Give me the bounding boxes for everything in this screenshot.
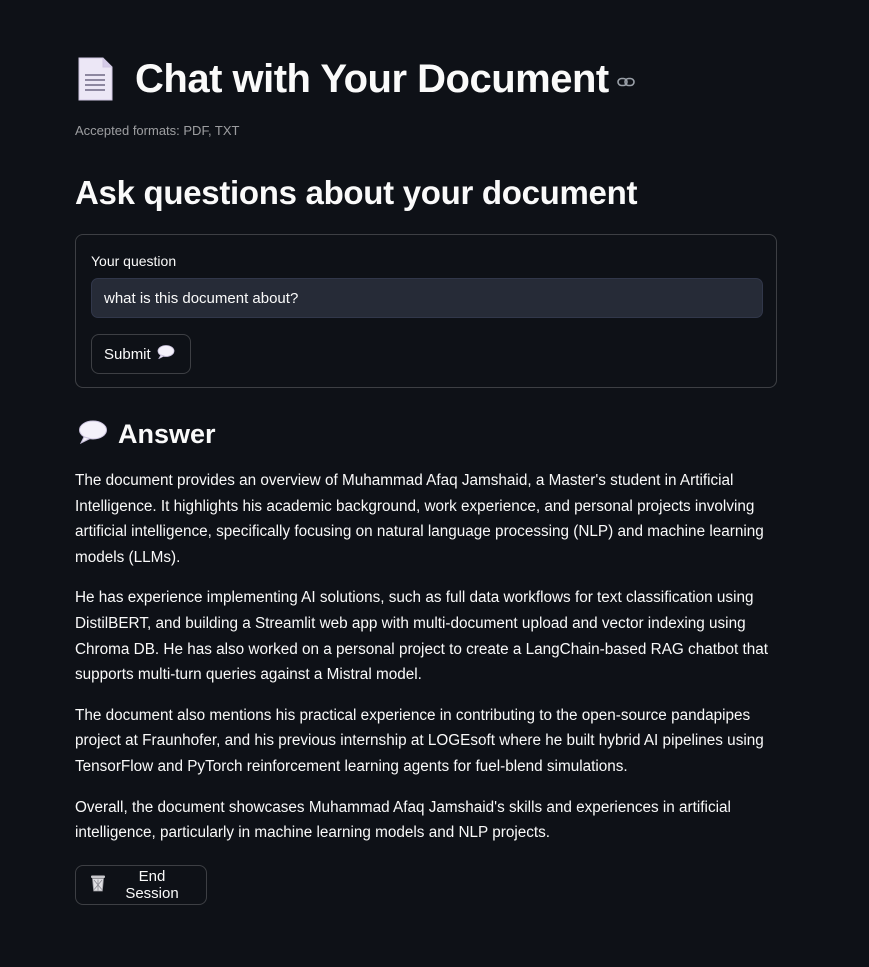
answer-paragraph: He has experience implementing AI soluti… bbox=[75, 589, 768, 684]
answer-header: Answer bbox=[78, 416, 216, 452]
submit-button-label: Submit bbox=[104, 345, 151, 363]
wastebasket-icon bbox=[90, 874, 106, 896]
answer-paragraph: Overall, the document showcases Muhammad… bbox=[75, 798, 731, 842]
app-main: Chat with Your Document Accepted formats… bbox=[0, 0, 869, 967]
speech-balloon-icon bbox=[78, 420, 108, 449]
submit-button[interactable]: Submit bbox=[91, 334, 191, 374]
question-form: Your question Submit bbox=[75, 234, 777, 388]
title-row: Chat with Your Document bbox=[75, 50, 635, 108]
answer-paragraph: The document provides an overview of Muh… bbox=[75, 472, 764, 566]
link-icon[interactable] bbox=[616, 75, 635, 89]
question-input[interactable] bbox=[91, 278, 763, 318]
accepted-formats-caption: Accepted formats: PDF, TXT bbox=[75, 123, 240, 138]
document-page-icon bbox=[75, 53, 135, 105]
page-title: Chat with Your Document bbox=[135, 57, 609, 101]
ask-questions-heading: Ask questions about your document bbox=[75, 174, 638, 211]
answer-heading: Answer bbox=[118, 418, 216, 449]
answer-text: The document provides an overview of Muh… bbox=[75, 468, 775, 861]
end-session-label: End Session bbox=[125, 868, 179, 902]
speech-balloon-icon bbox=[157, 345, 175, 363]
answer-paragraph: The document also mentions his practical… bbox=[75, 706, 764, 775]
end-session-button[interactable]: End Session bbox=[75, 865, 207, 905]
question-field-label: Your question bbox=[91, 253, 177, 269]
